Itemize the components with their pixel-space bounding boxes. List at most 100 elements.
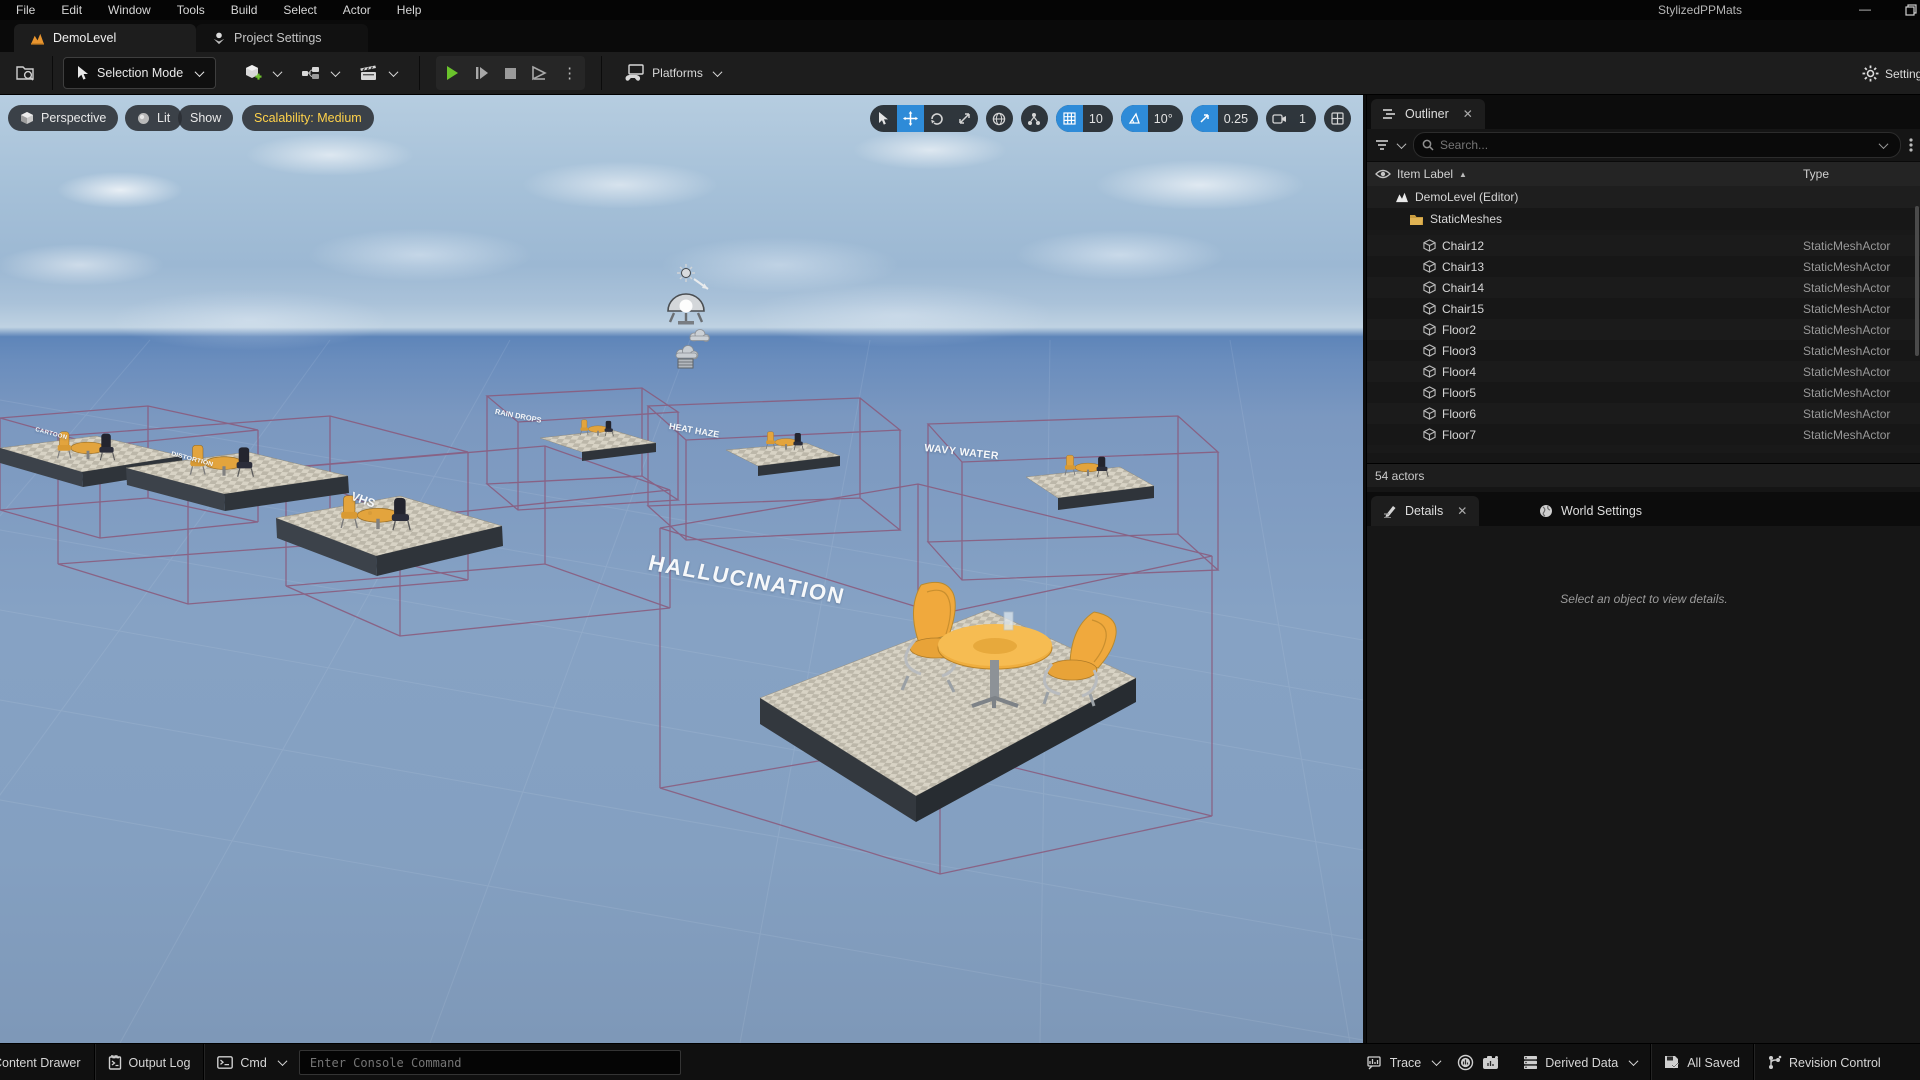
viewport-snapbar: 10 10° 0.25 (870, 105, 1351, 132)
column-item-label[interactable]: Item Label (1397, 167, 1453, 181)
cinematics-button[interactable] (353, 65, 403, 82)
trace-dropdown[interactable]: Trace (1354, 1044, 1454, 1080)
restore-button[interactable] (1896, 0, 1920, 20)
minimize-button[interactable]: — (1850, 0, 1880, 20)
play-options-kebab[interactable]: ⋮ (562, 64, 577, 82)
all-saved-button[interactable]: All Saved (1651, 1044, 1753, 1080)
tab-outliner[interactable]: Outliner ✕ (1371, 99, 1485, 129)
close-icon[interactable]: ✕ (1463, 107, 1473, 121)
platforms-dropdown[interactable]: Platforms (618, 64, 727, 82)
console-command-input[interactable] (299, 1050, 681, 1075)
project-settings-icon (212, 31, 226, 45)
scale-snap-toggle[interactable] (1191, 105, 1218, 132)
light-sprites[interactable] (668, 264, 710, 368)
menu-item[interactable]: Tools (177, 3, 205, 17)
outliner-list-icon (1383, 108, 1397, 120)
table-row[interactable]: Chair15 StaticMeshActor (1367, 298, 1920, 319)
column-type[interactable]: Type (1803, 167, 1829, 181)
content-drawer-toggle[interactable]: Content Drawer (0, 1044, 94, 1080)
screenshot-button[interactable] (1478, 1044, 1510, 1080)
tab-world-settings[interactable]: World Settings (1527, 496, 1654, 526)
row-type: StaticMeshActor (1803, 344, 1890, 358)
world-space-toggle[interactable] (986, 105, 1013, 132)
add-actor-button[interactable] (237, 63, 287, 83)
table-row[interactable]: Floor3 StaticMeshActor (1367, 340, 1920, 361)
play-button[interactable] (444, 65, 460, 81)
stop-button[interactable] (504, 67, 517, 80)
scale-tool-button[interactable] (951, 105, 978, 132)
row-type: StaticMeshActor (1803, 281, 1890, 295)
cmd-dropdown[interactable]: Cmd (204, 1044, 298, 1080)
camera-speed-control[interactable]: 1 (1266, 105, 1316, 132)
outliner-footer: 54 actors (1367, 463, 1920, 487)
blueprints-button[interactable] (295, 65, 345, 81)
static-mesh-icon (1423, 428, 1436, 441)
viewport[interactable]: CARTOON DISTORTION VHS RAIN DROPS HEAT H… (0, 95, 1363, 1043)
selection-mode-dropdown[interactable]: Selection Mode (63, 57, 216, 89)
scale-snap-value[interactable]: 0.25 (1218, 112, 1258, 126)
search-input[interactable] (1413, 132, 1901, 158)
camera-speed-value[interactable]: 1 (1293, 112, 1316, 126)
menu-item[interactable]: Window (108, 3, 151, 17)
details-tabstrip: Details ✕ World Settings (1367, 492, 1920, 526)
table-row[interactable]: Floor5 StaticMeshActor (1367, 382, 1920, 403)
chevron-down-icon (1432, 1056, 1442, 1066)
close-icon[interactable]: ✕ (1457, 504, 1467, 518)
launch-button[interactable] (531, 65, 548, 81)
content-drawer-button[interactable] (10, 64, 42, 82)
rotate-icon (930, 112, 944, 126)
right-dock-panel: Outliner ✕ (1366, 95, 1920, 1043)
level-icon (30, 32, 45, 45)
angle-snap-toggle[interactable] (1121, 105, 1148, 132)
quad-view-toggle[interactable] (1324, 105, 1351, 132)
show-dropdown[interactable]: Show (178, 105, 233, 131)
camera-capture-icon (1482, 1055, 1500, 1070)
insights-button[interactable] (1453, 1044, 1478, 1080)
trace-label: Trace (1390, 1056, 1422, 1070)
menu-item[interactable]: File (16, 3, 35, 17)
surface-snapping-button[interactable] (1021, 105, 1048, 132)
revision-control-button[interactable]: Revision Control (1754, 1044, 1920, 1080)
scalability-warning-pill[interactable]: Scalability: Medium (242, 105, 374, 131)
tree-row-world[interactable]: DemoLevel (Editor) (1367, 186, 1920, 208)
frame-skip-button[interactable] (474, 65, 490, 81)
vhs-marker-dot (368, 511, 372, 515)
table-row[interactable]: Chair13 StaticMeshActor (1367, 256, 1920, 277)
eye-icon[interactable] (1375, 169, 1391, 179)
chevron-down-icon[interactable] (1397, 139, 1407, 149)
angle-snap-value[interactable]: 10° (1148, 112, 1183, 126)
search-icon (1422, 139, 1434, 151)
menu-item[interactable]: Select (283, 3, 316, 17)
menu-item[interactable]: Help (397, 3, 422, 17)
select-tool-button[interactable] (870, 105, 897, 132)
tree-row-folder[interactable]: StaticMeshes (1367, 208, 1920, 230)
table-row[interactable]: Floor2 StaticMeshActor (1367, 319, 1920, 340)
camera-speed-icon-button (1266, 105, 1293, 132)
settings-button[interactable]: Settings (1862, 52, 1920, 95)
tab-details[interactable]: Details ✕ (1371, 496, 1479, 526)
menu-item[interactable]: Edit (61, 3, 82, 17)
row-type: StaticMeshActor (1803, 407, 1890, 421)
outliner-settings-icon[interactable] (1909, 138, 1913, 152)
output-log-button[interactable]: Output Log (95, 1044, 204, 1080)
move-tool-button[interactable] (897, 105, 924, 132)
menu-item[interactable]: Actor (343, 3, 371, 17)
menu-item[interactable]: Build (231, 3, 258, 17)
table-row[interactable]: Floor4 StaticMeshActor (1367, 361, 1920, 382)
outliner-scrollbar[interactable] (1915, 206, 1919, 356)
perspective-dropdown[interactable]: Perspective (8, 105, 118, 131)
filter-icon[interactable] (1375, 139, 1390, 151)
scale-snap-icon (1198, 112, 1211, 125)
grid-snap-toggle[interactable] (1056, 105, 1083, 132)
rotate-tool-button[interactable] (924, 105, 951, 132)
table-row[interactable]: Chair12 StaticMeshActor (1367, 235, 1920, 256)
table-row[interactable]: Floor6 StaticMeshActor (1367, 403, 1920, 424)
globe-icon (992, 112, 1006, 126)
grid-snap-value[interactable]: 10 (1083, 112, 1113, 126)
derived-data-dropdown[interactable]: Derived Data (1510, 1044, 1650, 1080)
table-row[interactable]: Floor7 StaticMeshActor (1367, 424, 1920, 445)
lit-dropdown[interactable]: Lit (125, 105, 182, 131)
tab-project-settings[interactable]: Project Settings (196, 24, 368, 52)
table-row[interactable]: Chair14 StaticMeshActor (1367, 277, 1920, 298)
tab-demolevel[interactable]: DemoLevel (14, 24, 196, 52)
